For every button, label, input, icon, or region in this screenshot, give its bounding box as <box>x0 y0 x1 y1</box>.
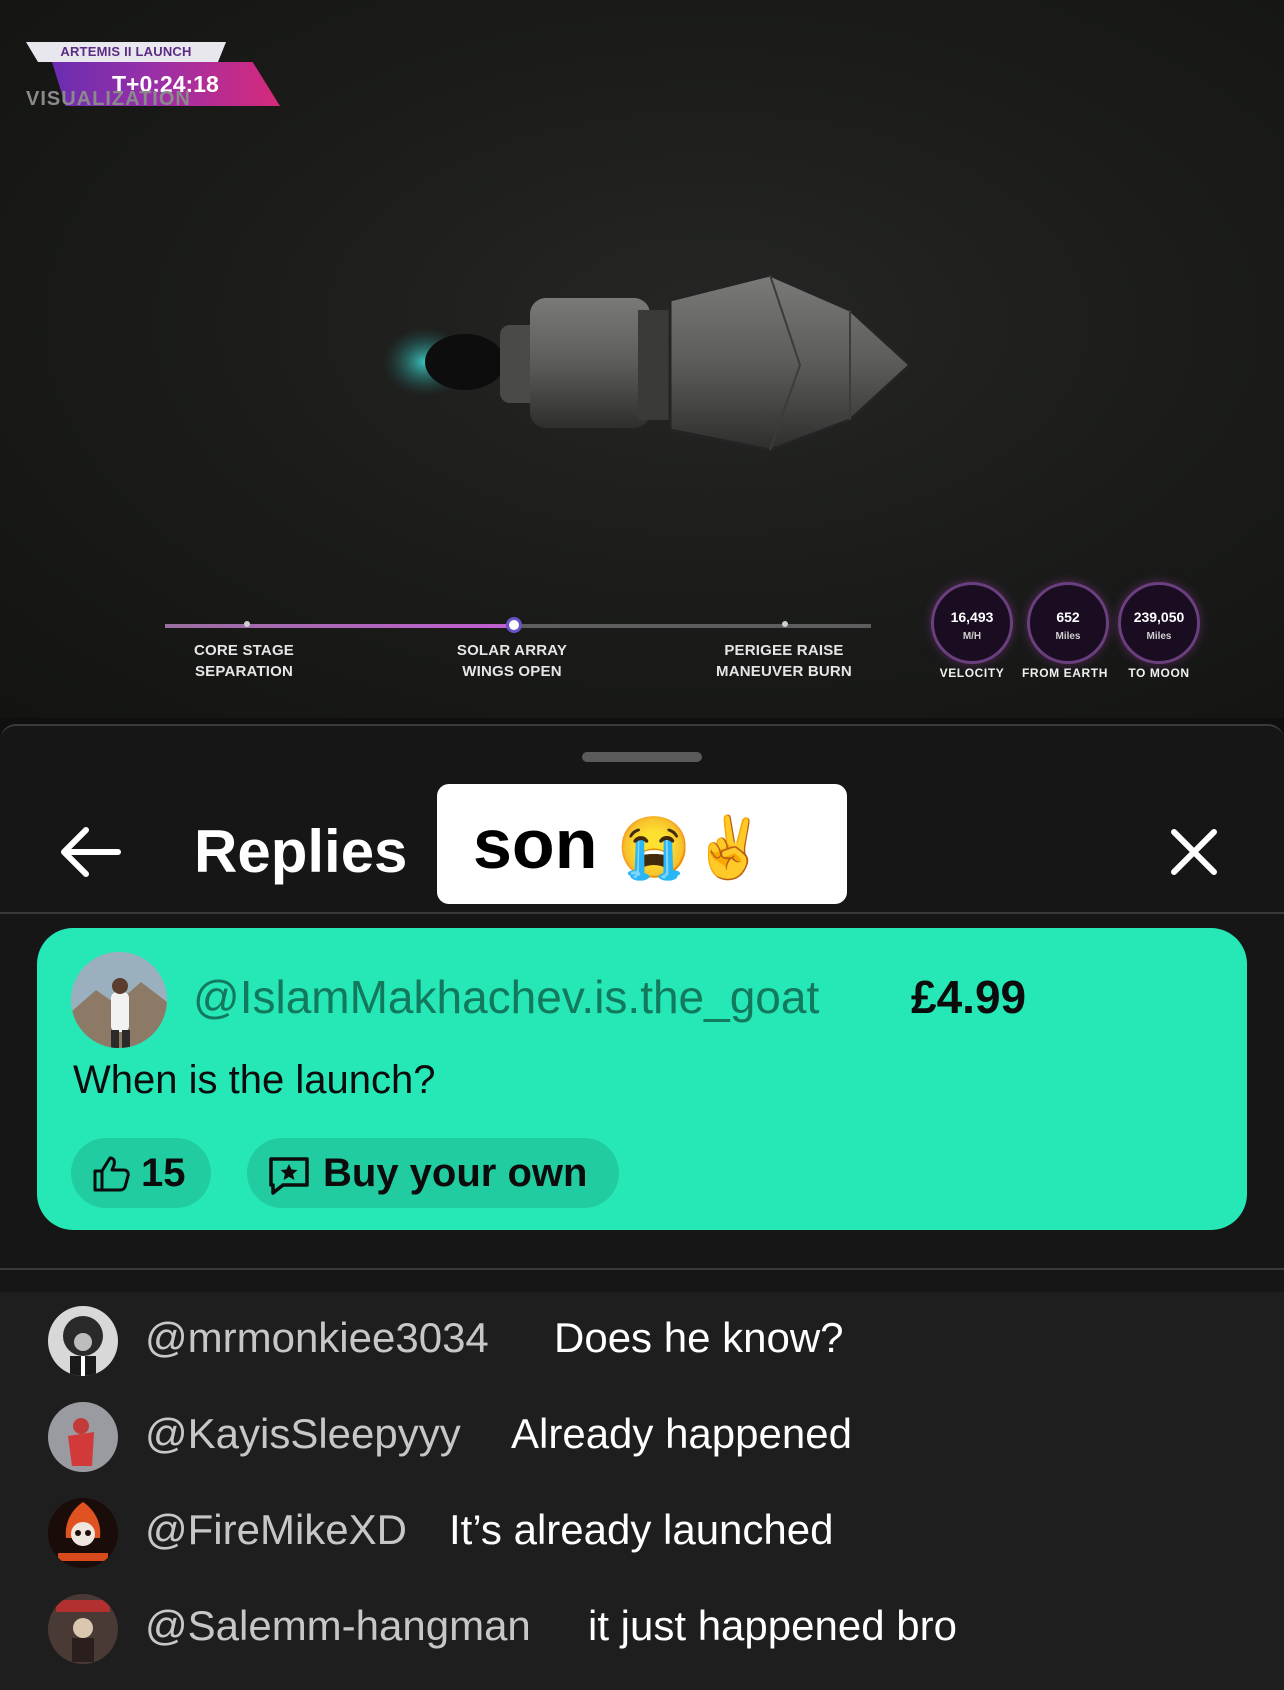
distance-to-moon-gauge: 239,050 Miles <box>1118 582 1200 664</box>
super-chat-icon <box>269 1157 309 1195</box>
sticker-overlay: son 😭✌️ <box>437 784 847 904</box>
spacecraft-image <box>383 273 913 452</box>
back-button[interactable] <box>56 816 128 888</box>
reply-text: Does he know? <box>554 1314 844 1361</box>
replies-divider <box>0 1268 1284 1270</box>
buy-your-own-label: Buy your own <box>323 1151 588 1195</box>
thumbs-up-icon <box>93 1156 130 1192</box>
reply-text: It’s already launched <box>449 1506 834 1553</box>
sheet-title: Replies <box>194 818 408 885</box>
super-chat-amount: £4.99 <box>911 971 1027 1023</box>
distance-from-earth-gauge: 652 Miles <box>1027 582 1109 664</box>
sticker-text: son <box>473 805 598 883</box>
list-item: @mrmonkiee3034 Does he know? <box>0 1292 1284 1388</box>
list-item: @KayisSleepyyy Already happened <box>0 1388 1284 1484</box>
velocity-gauge: 16,493 M/H <box>931 582 1013 664</box>
milestone-perigee-raise: PERIGEE RAISE MANEUVER BURN <box>716 642 852 680</box>
current-milestone-marker <box>506 617 522 633</box>
super-chat-username[interactable]: @IslamMakhachev.is.the_goat <box>193 970 819 1024</box>
reply-username[interactable]: @Salemm-hangman <box>145 1602 531 1650</box>
visualization-label: VISUALIZATION <box>26 88 191 110</box>
event-title: ARTEMIS II LAUNCH <box>26 42 226 62</box>
milestone-marker <box>244 621 250 627</box>
avatar[interactable] <box>48 1498 118 1568</box>
avatar[interactable] <box>71 952 167 1048</box>
video-player[interactable]: ARTEMIS II LAUNCH T+0:24:18 VISUALIZATIO… <box>0 0 1284 718</box>
to-moon-label: TO MOON <box>1128 666 1190 680</box>
drag-handle[interactable] <box>582 752 702 762</box>
person-photo <box>71 952 167 1048</box>
super-chat-message: When is the launch? <box>73 1058 436 1102</box>
list-item: @Salemm-hangman it just happened bro <box>0 1580 1284 1676</box>
reply-username[interactable]: @KayisSleepyyy <box>145 1410 461 1458</box>
reply-text: Already happened <box>511 1410 852 1457</box>
milestone-marker <box>782 621 788 627</box>
replies-list: @mrmonkiee3034 Does he know? @KayisSleep… <box>0 1292 1284 1690</box>
super-chat-card: @IslamMakhachev.is.the_goat £4.99 When i… <box>37 928 1247 1230</box>
replies-sheet: Replies son 😭✌️ @IslamMakhachev.is.the_g… <box>0 724 1284 1690</box>
avatar[interactable] <box>48 1402 118 1472</box>
milestone-solar-array: SOLAR ARRAY WINGS OPEN <box>456 642 568 680</box>
reply-username[interactable]: @FireMikeXD <box>145 1506 407 1554</box>
arrow-left-icon <box>61 827 121 877</box>
reply-text: it just happened bro <box>588 1602 957 1649</box>
close-icon <box>1171 829 1217 875</box>
like-count: 15 <box>141 1151 186 1195</box>
milestone-core-stage: CORE STAGE SEPARATION <box>193 642 295 680</box>
sticker-emoji: 😭✌️ <box>616 814 767 881</box>
buy-your-own-button[interactable]: Buy your own <box>247 1138 619 1208</box>
reply-username[interactable]: @mrmonkiee3034 <box>145 1314 489 1362</box>
list-item: @FireMikeXD It’s already launched <box>0 1484 1284 1580</box>
avatar[interactable] <box>48 1594 118 1664</box>
avatar[interactable] <box>48 1306 118 1376</box>
like-button[interactable]: 15 <box>71 1138 211 1208</box>
mission-timeline <box>165 617 871 633</box>
header-divider <box>0 912 1284 914</box>
timeline-progress <box>165 624 511 628</box>
close-button[interactable] <box>1160 818 1228 886</box>
